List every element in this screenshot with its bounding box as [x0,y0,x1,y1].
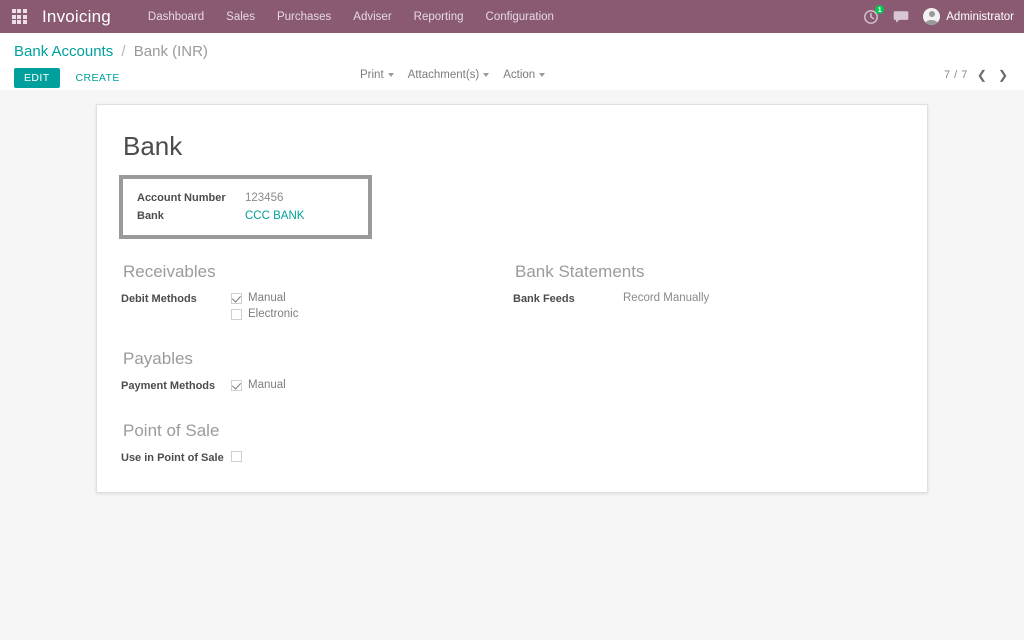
pager-counter: 7 / 7 [943,69,968,81]
page-title: Bank [123,131,183,161]
form-column-right: Bank Statements Bank Feeds Record Manual… [513,261,905,464]
record-pager: 7 / 7 ❮ ❯ [944,69,1010,81]
form-sheet: Bank Account Number 123456 Bank CCC BANK… [96,104,928,493]
user-menu-button[interactable]: Administrator [923,8,1014,25]
field-label-bank: Bank [137,210,164,222]
field-account-number: Account Number 123456 [137,192,352,204]
menu-item-configuration[interactable]: Configuration [475,6,565,28]
group-bank-statements: Bank Statements Bank Feeds Record Manual… [513,261,905,305]
form-column-left: Receivables Debit Methods Manual Electro… [121,261,513,464]
field-use-in-point-of-sale: Use in Point of Sale [121,451,513,464]
activity-menu-button[interactable]: 1 [863,4,885,25]
group-title-point-of-sale: Point of Sale [123,421,220,440]
menu-item-adviser[interactable]: Adviser [342,6,402,28]
field-value-bank-feeds: Record Manually [623,292,710,304]
sheet-background: Bank Account Number 123456 Bank CCC BANK… [0,90,1024,493]
chevron-down-icon [483,72,490,77]
field-bank-feeds: Bank Feeds Record Manually [513,292,905,305]
checkbox-payment-manual[interactable] [231,379,242,391]
field-value-account-number: 123456 [245,192,284,204]
top-navbar: Invoicing Dashboard Sales Purchases Advi… [0,0,1024,33]
checkbox-debit-electronic[interactable] [231,308,242,320]
menu-item-sales[interactable]: Sales [215,6,266,28]
attachments-dropdown[interactable]: Attachment(s) [408,69,490,81]
label-debit-electronic: Electronic [248,308,299,320]
field-bank: Bank CCC BANK [137,210,352,222]
chevron-down-icon [387,72,394,77]
group-title-receivables: Receivables [123,262,216,281]
main-menu: Dashboard Sales Purchases Adviser Report… [137,6,565,28]
breadcrumb-separator: / [121,43,126,60]
highlighted-field-group: Account Number 123456 Bank CCC BANK [119,175,372,239]
print-dropdown[interactable]: Print [360,69,394,81]
payment-methods-options: Manual [231,379,286,391]
form-columns: Receivables Debit Methods Manual Electro… [121,261,903,464]
apps-menu-button[interactable] [6,4,32,30]
field-label-use-in-point-of-sale: Use in Point of Sale [121,452,224,464]
group-title-bank-statements: Bank Statements [515,262,645,281]
option-debit-electronic: Electronic [231,308,299,320]
action-dropdown[interactable]: Action [503,69,546,81]
breadcrumb-item-current: Bank (INR) [133,43,208,60]
checkbox-use-in-point-of-sale[interactable] [231,451,242,462]
user-avatar-icon [923,8,941,25]
option-payment-manual: Manual [231,379,286,391]
option-debit-manual: Manual [231,292,299,304]
label-payment-manual: Manual [248,379,286,391]
create-button[interactable]: CREATE [68,68,128,88]
user-name-label: Administrator [946,10,1014,23]
point-of-sale-options [231,451,248,462]
group-point-of-sale: Point of Sale Use in Point of Sale [121,420,513,464]
activity-count-badge: 1 [875,4,885,14]
group-receivables: Receivables Debit Methods Manual Electro… [121,261,513,320]
control-panel: Bank Accounts / Bank (INR) EDIT CREATE P… [0,33,1024,90]
group-payables: Payables Payment Methods Manual [121,348,513,392]
app-brand-title[interactable]: Invoicing [42,7,111,27]
chevron-left-icon[interactable]: ❮ [975,69,989,81]
debit-methods-options: Manual Electronic [231,292,299,320]
field-label-bank-feeds: Bank Feeds [513,293,575,305]
menu-item-dashboard[interactable]: Dashboard [137,6,215,28]
edit-button[interactable]: EDIT [14,68,60,88]
option-use-in-pos [231,451,248,462]
field-payment-methods: Payment Methods Manual [121,379,513,392]
apps-grid-icon [11,9,27,24]
field-label-debit-methods: Debit Methods [121,293,197,305]
print-dropdown-label: Print [360,69,384,81]
menu-item-purchases[interactable]: Purchases [266,6,342,28]
field-value-bank-link[interactable]: CCC BANK [245,210,304,222]
field-debit-methods: Debit Methods Manual Electronic [121,292,513,320]
group-title-payables: Payables [123,349,193,368]
action-dropdown-label: Action [503,69,536,81]
checkbox-debit-manual[interactable] [231,292,242,304]
breadcrumb: Bank Accounts / Bank (INR) [0,33,1024,61]
breadcrumb-item-bank-accounts[interactable]: Bank Accounts [14,43,113,60]
chevron-right-icon[interactable]: ❯ [996,69,1010,81]
navbar-right-section: 1 Administrator [863,4,1014,25]
menu-item-reporting[interactable]: Reporting [403,6,475,28]
attachments-dropdown-label: Attachment(s) [407,69,480,81]
chat-bubble-icon[interactable] [893,10,909,24]
field-label-payment-methods: Payment Methods [121,380,216,392]
control-panel-actions: EDIT CREATE Print Attachment(s) Action 7… [0,61,1024,88]
label-debit-manual: Manual [248,292,286,304]
record-action-menus: Print Attachment(s) Action [360,69,546,81]
field-label-account-number: Account Number [137,192,226,204]
chevron-down-icon [539,72,546,77]
